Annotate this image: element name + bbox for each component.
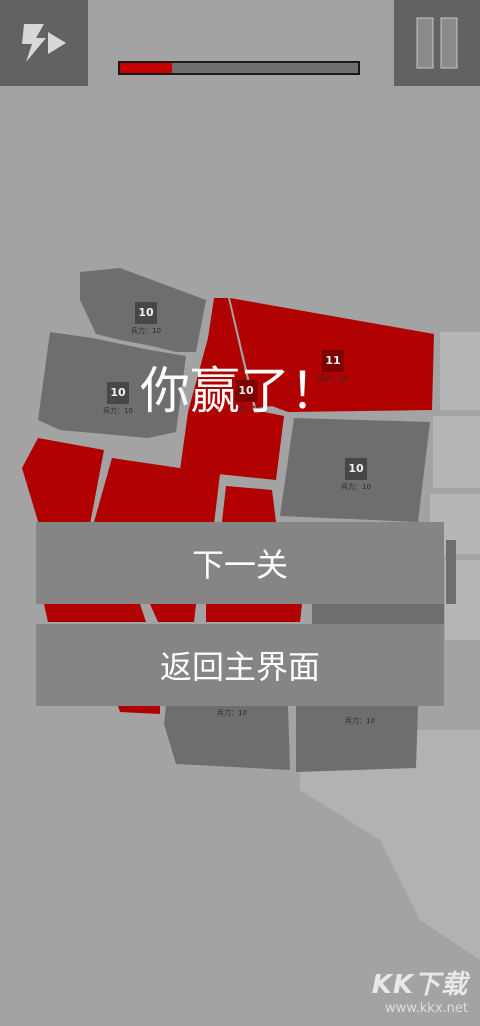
region-colorado[interactable] — [446, 540, 456, 604]
game-map — [22, 268, 480, 960]
region-california[interactable] — [22, 438, 104, 528]
pause-button[interactable] — [394, 0, 480, 86]
troop-sub-label: 兵力：10 — [345, 717, 375, 725]
region-south-strip-3 — [206, 604, 302, 622]
troop-count: 10 — [345, 458, 367, 480]
troop-sub-label: 兵力：10 — [131, 327, 161, 335]
progress-bar — [118, 61, 360, 75]
region-southwest-strip — [44, 604, 146, 622]
region-label-washington: 10 兵力：10 — [126, 302, 166, 336]
region-label-wyoming: 10 兵力：10 — [336, 458, 376, 492]
next-level-button[interactable]: 下一关 — [36, 522, 444, 604]
region-label-arizona: 兵力：10 — [212, 706, 252, 718]
speed-button[interactable] — [0, 0, 88, 86]
region-south-strip-2 — [150, 604, 196, 622]
watermark-url: www.kkx.net — [384, 1001, 468, 1016]
lightning-fast-forward-icon — [22, 24, 66, 62]
region-label-new-mexico: 兵力：10 — [340, 714, 380, 726]
troop-sub-label: 兵力：10 — [341, 483, 371, 491]
win-title: 你赢了！ — [140, 362, 340, 420]
region-lower-california — [118, 706, 160, 714]
troop-count: 10 — [135, 302, 157, 324]
pause-icon — [416, 17, 458, 69]
watermark-logo: KK下载 — [371, 970, 468, 1000]
watermark: KK下载 www.kkx.net — [372, 964, 468, 1016]
progress-fill — [120, 63, 173, 73]
region-utah[interactable] — [222, 486, 276, 522]
troop-sub-label: 兵力：10 — [217, 709, 247, 717]
main-menu-button[interactable]: 返回主界面 — [36, 624, 444, 706]
